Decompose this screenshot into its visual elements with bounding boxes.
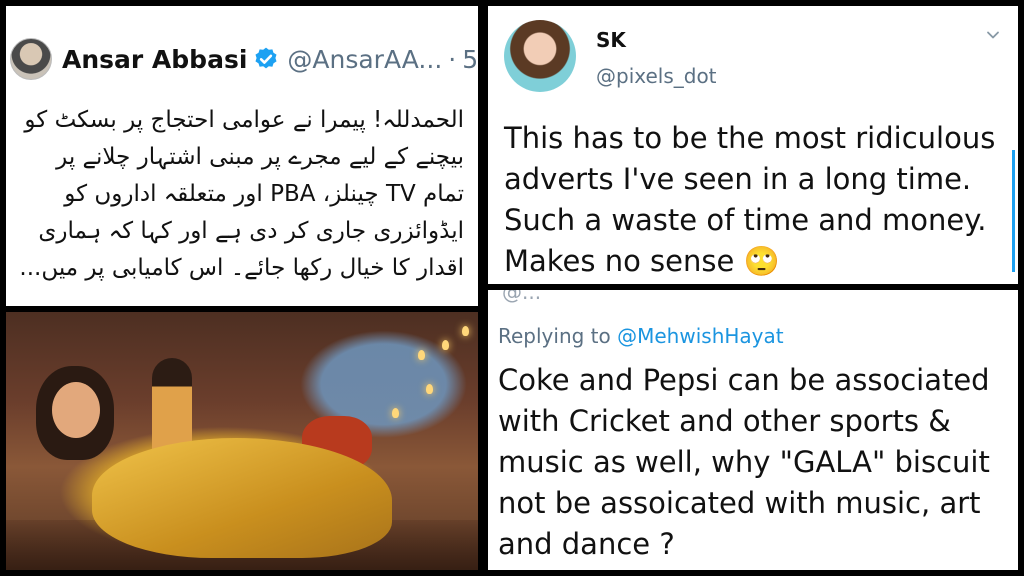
yellow-dress bbox=[92, 438, 392, 558]
candle-light bbox=[392, 408, 399, 418]
scrollbar[interactable] bbox=[1012, 150, 1015, 272]
tweet-text-line: Such a waste of time and money. bbox=[504, 203, 987, 237]
tweet-text: الحمدللہ! پیمرا نے عوامی احتجاج پر بسکٹ … bbox=[14, 102, 464, 287]
verified-badge-icon bbox=[255, 47, 277, 69]
author-name[interactable]: Ansar Abbasi bbox=[62, 45, 247, 74]
tweet-text-line: تمام TV چینلز، PBA اور متعلقہ اداروں کو bbox=[64, 181, 464, 207]
replying-prefix: Replying to bbox=[498, 324, 611, 348]
author-handle[interactable]: @AnsarAA... bbox=[287, 45, 442, 74]
candle-light bbox=[462, 326, 469, 336]
avatar[interactable] bbox=[10, 38, 52, 80]
chevron-down-icon[interactable] bbox=[986, 28, 1000, 42]
tweet-text-line: Coke and Pepsi can be associated bbox=[498, 363, 990, 397]
tweet-text-line: not be assoicated with music, art bbox=[498, 486, 981, 520]
tweet-text-line: ایڈوائزری جاری کر دی ہے اور کہا کہ ہماری bbox=[38, 218, 464, 244]
tweet-text-line: Makes no sense 🙄 bbox=[504, 244, 780, 278]
separator: · bbox=[448, 44, 457, 74]
mention-link[interactable]: @MehwishHayat bbox=[617, 324, 783, 348]
tweet-text-line: This has to be the most ridiculous bbox=[504, 121, 996, 155]
candle-light bbox=[426, 384, 433, 394]
woman-face bbox=[52, 382, 100, 438]
candle-light bbox=[418, 350, 425, 360]
tweet-text: Coke and Pepsi can be associated with Cr… bbox=[498, 360, 1008, 565]
sk-tweet: SK @pixels_dot This has to be the most r… bbox=[488, 6, 1018, 284]
cut-off-handle: @... bbox=[502, 290, 542, 304]
tweet-text-line: اقدار کا خیال رکھا جائے۔ اس کامیابی پر م… bbox=[19, 255, 464, 281]
tweet-text-line: and dance ? bbox=[498, 527, 675, 561]
author-name[interactable]: SK bbox=[596, 28, 626, 52]
avatar[interactable] bbox=[504, 20, 576, 92]
advert-still-image bbox=[6, 312, 478, 570]
tweet-text-line: الحمدللہ! پیمرا نے عوامی احتجاج پر بسکٹ … bbox=[24, 107, 464, 133]
tweet-text: This has to be the most ridiculous adver… bbox=[504, 118, 1002, 282]
replying-to-line: Replying to @MehwishHayat bbox=[498, 324, 784, 348]
tweet-text-line: adverts I've seen in a long time. bbox=[504, 162, 972, 196]
tweet-time[interactable]: 5h bbox=[462, 45, 478, 74]
tweet-header: Ansar Abbasi @AnsarAA... · 5h bbox=[10, 34, 478, 84]
tweet-text-line: بیچنے کے لیے مجرے پر مبنی اشتہار چلانے پ… bbox=[56, 144, 464, 170]
reply-tweet: @... Replying to @MehwishHayat Coke and … bbox=[488, 290, 1018, 570]
author-handle[interactable]: @pixels_dot bbox=[596, 64, 717, 88]
candle-light bbox=[442, 340, 449, 350]
tweet-text-line: with Cricket and other sports & bbox=[498, 404, 951, 438]
tweet-text-line: music as well, why "GALA" biscuit bbox=[498, 445, 990, 479]
ansar-abbasi-tweet: Ansar Abbasi @AnsarAA... · 5h الحمدللہ! … bbox=[6, 6, 478, 306]
